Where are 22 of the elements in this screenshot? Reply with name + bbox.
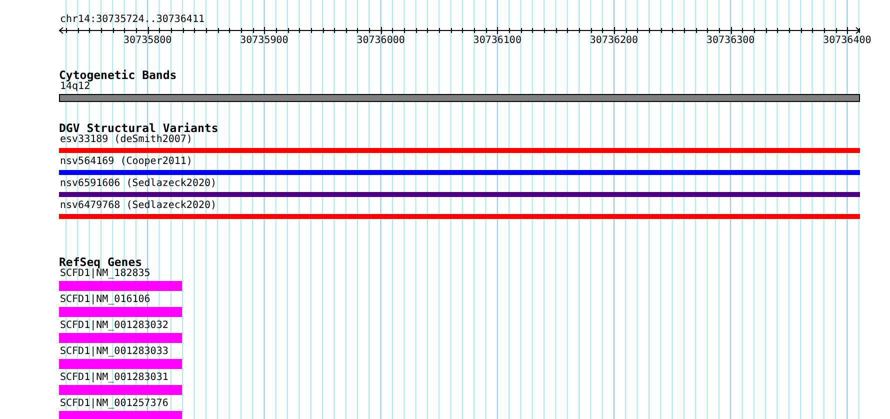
ruler-tick-label: 30736000 xyxy=(356,35,405,47)
ruler-tick-label: 30735900 xyxy=(240,35,288,47)
gene-label: SCFD1|NM_001283033 xyxy=(59,346,168,358)
ruler-tick-label: 30736200 xyxy=(590,35,638,47)
ruler-tick-label: 30736400 xyxy=(823,35,872,47)
gene-label: SCFD1|NM_001283031 xyxy=(59,372,168,384)
ruler-tick-label: 30736100 xyxy=(473,35,522,47)
ruler-tick-label: 30735800 xyxy=(124,35,172,47)
variant-label: nsv6591606 (Sedlazeck2020) xyxy=(59,178,217,190)
gene-label: SCFD1|NM_016106 xyxy=(59,294,150,306)
gene-label: SCFD1|NM_182835 xyxy=(60,268,150,280)
track-title: Cytogenetic Bands xyxy=(59,69,177,81)
region-label: chr14:30735724..30736411 xyxy=(59,14,204,26)
band-label: 14q12 xyxy=(60,81,90,93)
variant-label: nsv564169 (Cooper2011) xyxy=(59,156,192,168)
track-title: RefSeq Genes xyxy=(59,256,142,268)
track-title: DGV Structural Variants xyxy=(59,122,218,134)
ruler-tick-label: 30736300 xyxy=(706,35,755,47)
variant-label: nsv6479768 (Sedlazeck2020) xyxy=(59,200,217,212)
gene-label: SCFD1|NM_001283032 xyxy=(59,320,168,332)
variant-label: esv33189 (deSmith2007) xyxy=(59,134,192,146)
gene-label: SCFD1|NM_001257376 xyxy=(59,398,168,410)
